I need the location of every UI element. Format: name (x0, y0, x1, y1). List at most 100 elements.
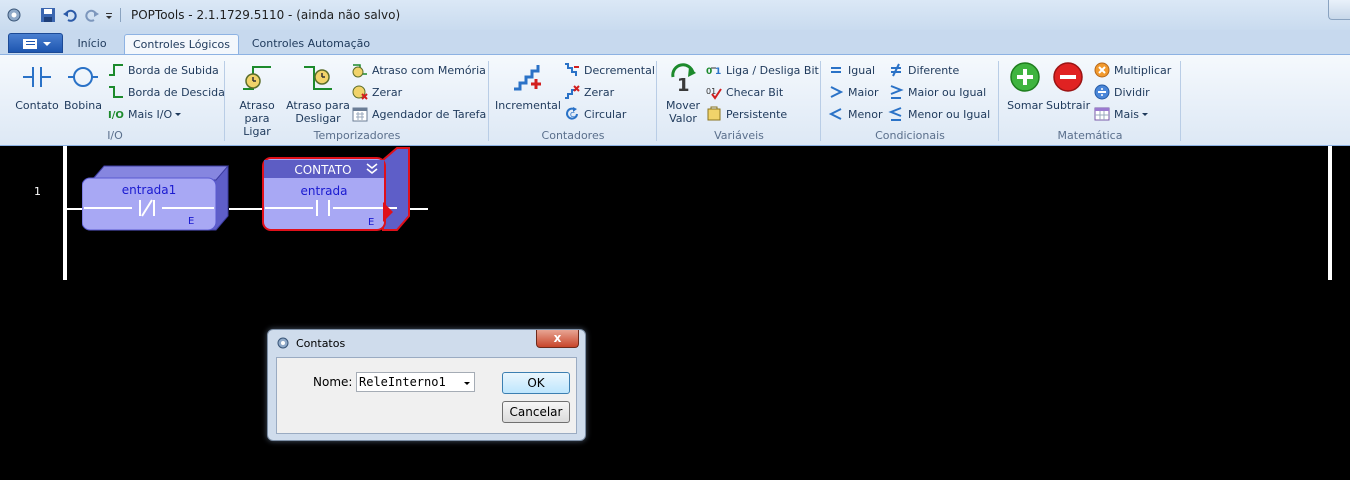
rung-wire (229, 208, 263, 210)
dialog-app-icon (277, 337, 289, 349)
window-title: POPTools - 2.1.1729.5110 - (ainda não sa… (131, 8, 401, 22)
svg-text:I/O: I/O (108, 110, 124, 121)
cancel-button[interactable]: Cancelar (502, 401, 570, 423)
tab-inicio[interactable]: Início (66, 34, 118, 55)
ladder-canvas[interactable]: 1 entrada1 E CONTATO entrada E (0, 146, 1350, 480)
multiplicar-button[interactable]: Multiplicar (1094, 62, 1171, 80)
circular-label: Circular (584, 108, 627, 121)
mover-valor-button[interactable]: 1 Mover Valor (662, 61, 704, 125)
mais-math-label: Mais (1114, 108, 1140, 121)
bobina-button[interactable]: Bobina (60, 61, 106, 112)
mover-valor-label-1: Mover (665, 99, 701, 112)
liga-desliga-bit-button[interactable]: 0 1 Liga / Desliga Bit (706, 62, 819, 80)
atraso-desligar-label-2: Desligar (295, 112, 341, 125)
incremental-button[interactable]: Incremental (494, 61, 562, 112)
io-icon: I/O (108, 110, 124, 121)
liga-desliga-bit-label: Liga / Desliga Bit (726, 64, 819, 77)
check-bit-icon: 01 (706, 87, 722, 100)
app-icon[interactable] (6, 7, 22, 23)
group-contadores: Incremental Decremental Zerar C Circular … (492, 57, 655, 145)
timer-off-icon (304, 66, 332, 90)
move-value-icon: 1 (671, 63, 696, 96)
menor-igual-label: Menor ou Igual (908, 108, 991, 121)
tab-controles-logicos[interactable]: Controles Lógicos (124, 34, 239, 55)
maior-button[interactable]: Maior (828, 84, 879, 102)
group-label-matematica: Matemática (1057, 129, 1123, 142)
window-control-button[interactable] (1328, 0, 1350, 20)
contact-name-entrada1: entrada1 (121, 183, 177, 197)
file-menu-button[interactable] (8, 33, 63, 53)
zerar-timer-button[interactable]: Zerar (352, 84, 402, 102)
igual-button[interactable]: Igual (828, 62, 875, 80)
dividir-button[interactable]: Dividir (1094, 84, 1150, 102)
contact-3d-shape (82, 165, 230, 231)
contact-name-entrada: entrada (300, 184, 348, 198)
ribbon: Contato Bobina Borda de Subida Borda de … (0, 54, 1350, 146)
contato-button[interactable]: Contato (14, 61, 60, 112)
atraso-memoria-label: Atraso com Memória (372, 64, 486, 77)
group-condicionais: Igual Maior Menor Diferente Maior ou Igu… (824, 57, 996, 145)
nome-combobox[interactable]: ReleInterno1 (356, 372, 475, 392)
borda-descida-button[interactable]: Borda de Descida (108, 84, 225, 102)
atraso-desligar-button[interactable]: Atraso para Desligar (286, 61, 350, 125)
mais-math-button[interactable]: Mais (1094, 106, 1149, 124)
mais-io-button[interactable]: I/O Mais I/O (108, 106, 182, 124)
falling-edge-icon (109, 86, 123, 98)
igual-label: Igual (848, 64, 875, 77)
menor-igual-button[interactable]: Menor ou Igual (888, 106, 990, 124)
reset-timer-icon (352, 85, 368, 100)
rung-number: 1 (34, 185, 41, 198)
decremental-button[interactable]: Decremental (564, 62, 655, 80)
title-separator (120, 8, 121, 22)
decremental-label: Decremental (584, 64, 655, 77)
ladder-contact-entrada-selected[interactable]: CONTATO entrada E (261, 146, 413, 234)
equal-icon (831, 67, 841, 73)
less-icon (828, 108, 842, 120)
nome-label: Nome: (313, 375, 353, 389)
right-power-rail (1328, 146, 1332, 280)
calendar-icon (352, 107, 368, 122)
incremental-label: Incremental (495, 99, 561, 112)
dialog-close-button[interactable]: x (536, 330, 579, 348)
atraso-memoria-button[interactable]: Atraso com Memória (352, 62, 486, 80)
nome-value: ReleInterno1 (359, 375, 446, 389)
customize-toolbar-icon[interactable] (104, 7, 114, 23)
group-separator (488, 61, 489, 141)
group-separator (820, 61, 821, 141)
somar-button[interactable]: Somar (1004, 61, 1046, 112)
undo-icon[interactable] (62, 7, 78, 23)
checar-bit-button[interactable]: 01 Checar Bit (706, 84, 783, 102)
coil-icon (68, 67, 98, 87)
svg-text:1: 1 (677, 75, 690, 93)
group-label-variaveis: Variáveis (714, 129, 764, 142)
borda-descida-label: Borda de Descida (128, 86, 225, 99)
atraso-ligar-button[interactable]: Atraso para Ligar (230, 61, 284, 138)
retentive-timer-icon (352, 64, 367, 78)
diferente-button[interactable]: Diferente (888, 62, 959, 80)
menor-button[interactable]: Menor (828, 106, 882, 124)
maior-igual-button[interactable]: Maior ou Igual (888, 84, 986, 102)
borda-subida-button[interactable]: Borda de Subida (108, 62, 219, 80)
ok-button[interactable]: OK (502, 372, 570, 394)
redo-icon[interactable] (84, 7, 100, 23)
ladder-contact-entrada1[interactable]: entrada1 E (82, 162, 230, 232)
persistente-button[interactable]: Persistente (706, 106, 787, 124)
group-separator (656, 61, 657, 141)
subtrair-button[interactable]: Subtrair (1046, 61, 1090, 112)
circular-button[interactable]: C Circular (564, 106, 626, 124)
tab-controles-automacao[interactable]: Controles Automação (245, 34, 377, 55)
group-label-condicionais: Condicionais (875, 129, 945, 142)
group-label-temporizadores: Temporizadores (313, 129, 401, 142)
chevron-down-icon (43, 42, 51, 46)
save-icon[interactable] (40, 7, 56, 23)
zerar-counter-label: Zerar (584, 86, 615, 99)
zerar-counter-button[interactable]: Zerar (564, 84, 614, 102)
group-label-io: I/O (107, 129, 123, 142)
chevron-down-icon[interactable] (464, 382, 470, 385)
atraso-ligar-label-1: Atraso (239, 99, 275, 112)
checar-bit-label: Checar Bit (726, 86, 784, 99)
group-label-contadores: Contadores (541, 129, 605, 142)
circular-counter-icon: C (566, 107, 578, 120)
agendador-button[interactable]: Agendador de Tarefa (352, 106, 486, 124)
collapse-chevron-icon[interactable] (365, 160, 381, 176)
